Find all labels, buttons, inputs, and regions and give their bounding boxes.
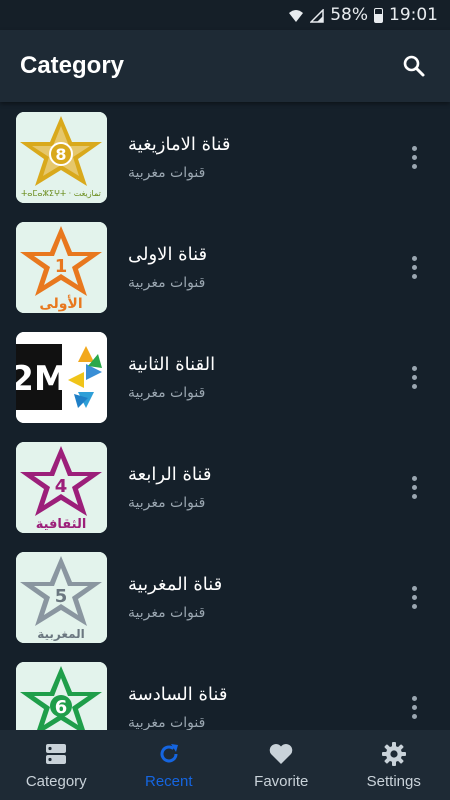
search-icon <box>403 55 425 77</box>
nav-recent[interactable]: Recent <box>113 730 226 800</box>
channel-category: قنوات مغربية <box>128 384 206 401</box>
category-icon <box>43 741 69 767</box>
more-options-button[interactable] <box>394 687 434 727</box>
channel-logo: 2M <box>16 331 107 423</box>
channel-logo: 1 الأولى <box>16 221 107 313</box>
status-bar: 58% 19:01 <box>0 0 450 30</box>
signal-icon <box>309 8 324 23</box>
channel-logo: 4 الثقافية <box>16 441 107 533</box>
more-options-button[interactable] <box>394 357 434 397</box>
list-item[interactable]: 4 الثقافية قناة الرابعة قنوات مغربية <box>0 432 450 542</box>
more-options-button[interactable] <box>394 247 434 287</box>
logo-number: 5 <box>55 586 68 607</box>
nav-label: Settings <box>366 772 421 790</box>
more-options-button[interactable] <box>394 137 434 177</box>
gear-icon <box>381 741 407 767</box>
app-bar: Category <box>0 30 450 102</box>
nav-favorite[interactable]: Favorite <box>225 730 338 800</box>
refresh-icon <box>156 741 182 767</box>
nav-label: Favorite <box>254 772 309 790</box>
wifi-icon <box>288 8 304 22</box>
channel-name: قناة المغربية <box>128 573 223 595</box>
more-vert-icon <box>411 255 417 279</box>
nav-category[interactable]: Category <box>0 730 113 800</box>
logo-number: 8 <box>55 145 66 164</box>
channel-name: قناة الرابعة <box>128 463 212 485</box>
logo-caption: ⵜⴰⵎⴰⵣⵉⵖⵜ · تمازيغت <box>21 189 101 198</box>
logo-number: 4 <box>55 476 68 497</box>
more-options-button[interactable] <box>394 577 434 617</box>
more-vert-icon <box>411 475 417 499</box>
list-item[interactable]: 5 المغربية قناة المغربية قنوات مغربية <box>0 542 450 652</box>
more-vert-icon <box>411 145 417 169</box>
list-item[interactable]: 6 قناة السادسة قنوات مغربية <box>0 652 450 730</box>
list-item[interactable]: 8 ⵜⴰⵎⴰⵣⵉⵖⵜ · تمازيغت قناة الامازيغية قنو… <box>0 102 450 212</box>
nav-label: Recent <box>144 772 193 790</box>
logo-number: 2M <box>16 359 68 399</box>
more-vert-icon <box>411 585 417 609</box>
channel-list: 8 ⵜⴰⵎⴰⵣⵉⵖⵜ · تمازيغت قناة الامازيغية قنو… <box>0 102 450 730</box>
bottom-navigation: Category Recent Favorite Settings <box>0 730 450 800</box>
channel-name: القناة الثانية <box>128 353 216 375</box>
heart-icon <box>268 741 294 767</box>
battery-icon <box>374 7 383 23</box>
more-options-button[interactable] <box>394 467 434 507</box>
clock: 19:01 <box>389 5 438 25</box>
channel-logo: 6 <box>16 661 107 730</box>
list-item[interactable]: 1 الأولى قناة الاولى قنوات مغربية <box>0 212 450 322</box>
channel-name: قناة السادسة <box>128 683 228 705</box>
logo-caption: المغربية <box>37 627 85 641</box>
logo-number: 6 <box>55 697 68 718</box>
search-button[interactable] <box>398 50 430 82</box>
battery-percent: 58% <box>330 5 368 25</box>
logo-caption: الأولى <box>39 295 82 312</box>
channel-category: قنوات مغربية <box>128 714 206 731</box>
channel-name: قناة الامازيغية <box>128 133 231 155</box>
nav-settings[interactable]: Settings <box>338 730 450 800</box>
list-item[interactable]: 2M القناة الثانية قنوات مغربية <box>0 322 450 432</box>
page-title: Category <box>20 52 125 79</box>
nav-label: Category <box>25 772 87 790</box>
channel-logo: 5 المغربية <box>16 551 107 643</box>
more-vert-icon <box>411 695 417 719</box>
channel-category: قنوات مغربية <box>128 164 206 181</box>
more-vert-icon <box>411 365 417 389</box>
channel-category: قنوات مغربية <box>128 494 206 511</box>
channel-category: قنوات مغربية <box>128 604 206 621</box>
channel-logo: 8 ⵜⴰⵎⴰⵣⵉⵖⵜ · تمازيغت <box>16 111 107 203</box>
channel-category: قنوات مغربية <box>128 274 206 291</box>
channel-name: قناة الاولى <box>128 243 208 265</box>
logo-number: 1 <box>55 256 68 277</box>
logo-caption: الثقافية <box>36 517 87 532</box>
